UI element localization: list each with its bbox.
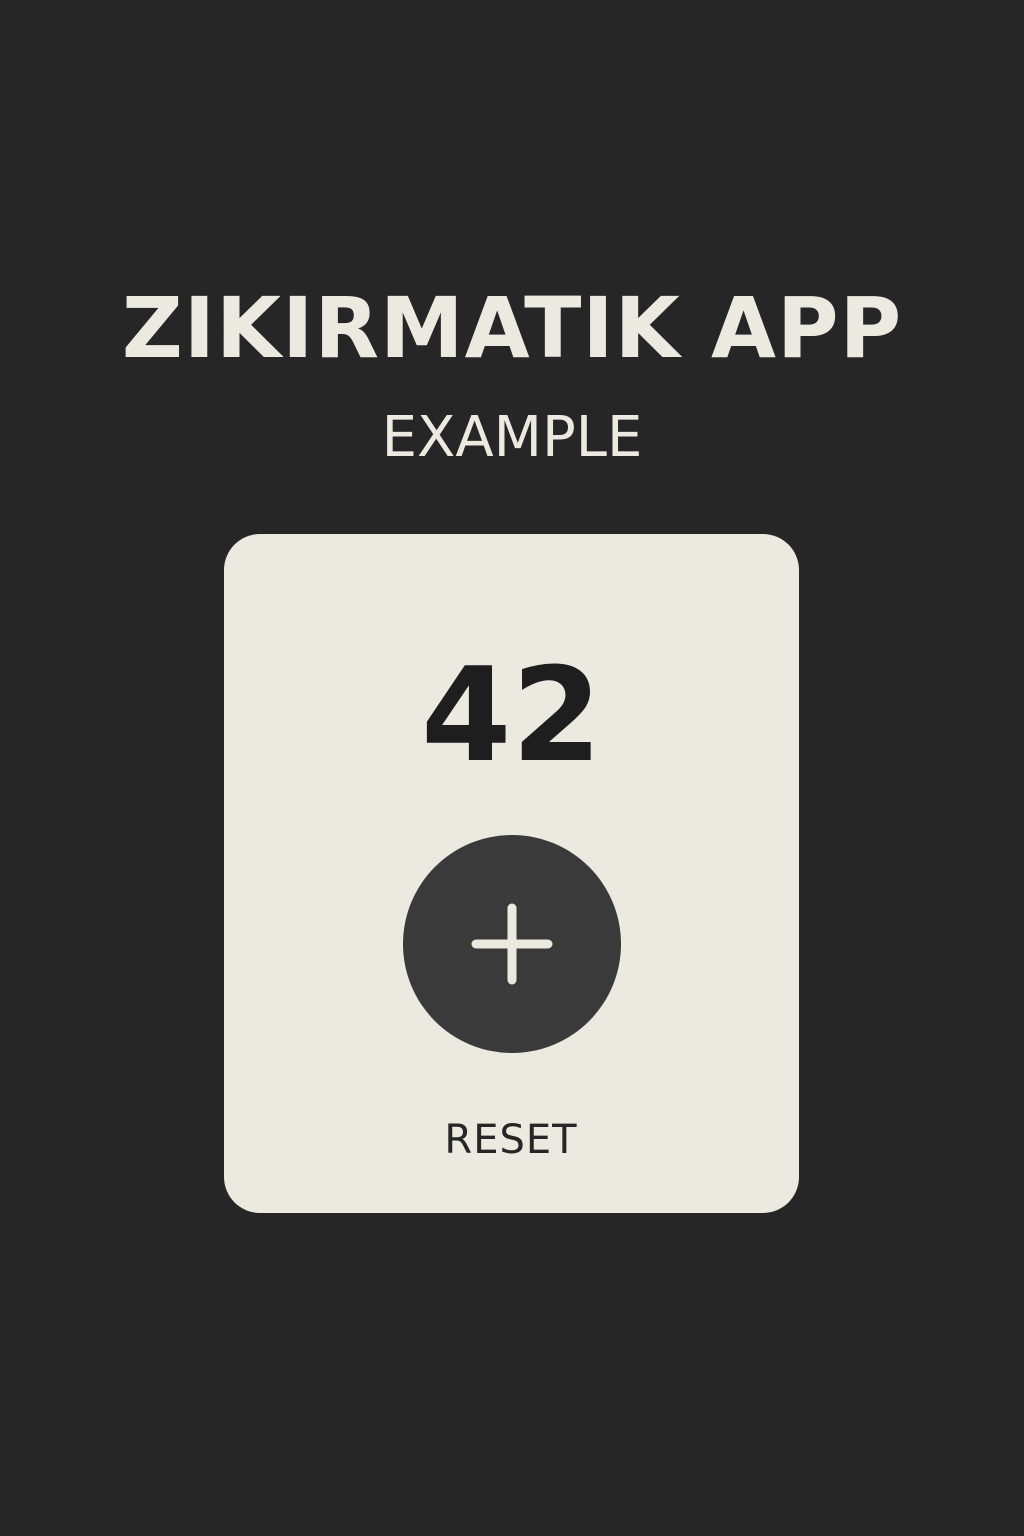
counter-value: 42 [421,639,602,791]
increment-button[interactable] [403,835,621,1053]
app-title: ZIKIRMATIK APP [121,279,903,377]
counter-card: 42 RESET [224,534,799,1213]
app-subtitle: EXAMPLE [381,405,643,470]
plus-icon [471,903,553,985]
reset-button[interactable]: RESET [411,1112,611,1168]
